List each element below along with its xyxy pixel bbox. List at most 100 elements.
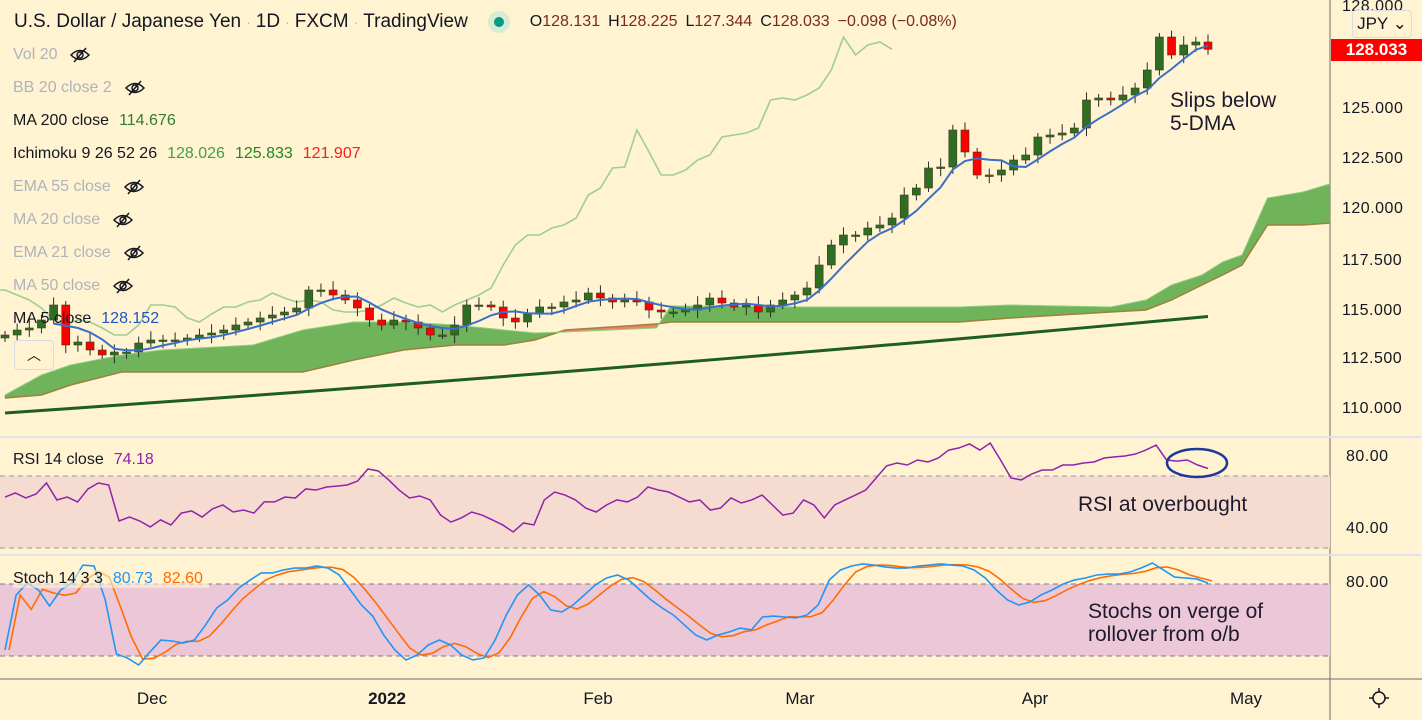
legend-item[interactable]: MA 5 close 128.152 <box>13 310 159 328</box>
ohlc-close: C128.033 <box>760 13 830 30</box>
rsi-tick-label: 80.00 <box>1346 448 1389 465</box>
candle-body <box>984 174 994 177</box>
candle <box>1057 124 1067 141</box>
candle-body <box>1179 44 1188 56</box>
candle-body <box>365 307 374 321</box>
legend-label: MA 20 close <box>13 211 101 228</box>
candle <box>1155 33 1164 76</box>
collapse-legend-button[interactable]: ︿ <box>14 340 54 370</box>
eye-off-icon[interactable] <box>112 211 134 229</box>
legend-item[interactable]: Vol 20 <box>13 46 91 64</box>
ohlc-open: O128.131 <box>529 13 601 30</box>
candle <box>207 324 216 344</box>
candle <box>97 344 107 359</box>
candle-body <box>1094 97 1103 101</box>
legend-item[interactable]: MA 200 close 114.676 <box>13 112 176 130</box>
rsi-annotation: RSI at overbought <box>1078 493 1248 516</box>
candle-body <box>1070 127 1079 134</box>
eye-off-icon[interactable] <box>112 277 134 295</box>
eye-off-icon[interactable] <box>124 79 146 97</box>
legend-value: 125.833 <box>234 145 293 162</box>
candle <box>839 227 848 254</box>
legend-item[interactable]: BB 20 close 2 <box>13 79 146 97</box>
candle-body <box>0 334 10 339</box>
symbol-title[interactable]: U.S. Dollar / Japanese Yen <box>14 11 241 33</box>
ichimoku-cloud-segment <box>670 305 808 323</box>
candle-body <box>219 329 229 334</box>
chart-header: U.S. Dollar / Japanese Yen · 1D · FXCM ·… <box>14 11 957 33</box>
candle <box>875 216 885 232</box>
candle-body <box>997 169 1006 176</box>
candle-body <box>559 301 569 308</box>
candle-body <box>231 324 241 331</box>
interval-label[interactable]: 1D <box>256 11 280 33</box>
stoch-k-value: 80.73 <box>112 570 153 587</box>
main-pane <box>0 30 1330 415</box>
candle-body <box>583 292 593 301</box>
legend-item[interactable]: MA 20 close <box>13 211 134 229</box>
candle-body <box>158 339 168 342</box>
candle-body <box>972 151 982 176</box>
rsi-tick-label: 40.00 <box>1346 520 1389 537</box>
currency-button[interactable]: JPY ⌄ <box>1352 10 1412 38</box>
candle-body <box>486 304 496 308</box>
candle <box>73 335 83 352</box>
candle-body <box>328 289 338 296</box>
candle-body <box>887 217 897 226</box>
legend-label: EMA 21 close <box>13 244 111 261</box>
candle <box>1045 128 1055 144</box>
candle <box>620 293 630 308</box>
candle-body <box>1155 36 1164 71</box>
eye-off-icon[interactable] <box>123 178 145 196</box>
candle-body <box>207 332 216 336</box>
market-status-icon[interactable] <box>487 11 510 33</box>
ichimoku-cloud-segment <box>806 306 960 323</box>
stoch-legend[interactable]: Stoch 14 3 3 80.73 82.60 <box>13 570 209 588</box>
candle <box>790 291 800 309</box>
candle-body <box>25 327 34 331</box>
candle-body <box>596 292 605 299</box>
legend-value: 128.026 <box>167 145 225 162</box>
candle-body <box>292 307 301 313</box>
candle-body <box>73 341 83 346</box>
rsi-value: 74.18 <box>113 451 154 468</box>
price-tick-label: 112.500 <box>1342 350 1403 367</box>
candle-body <box>85 341 95 351</box>
candle-body <box>1045 134 1055 138</box>
legend-value: 128.152 <box>101 310 160 327</box>
legend-item[interactable]: MA 50 close <box>13 277 134 295</box>
candle <box>972 148 982 179</box>
legend-label: EMA 55 close <box>13 178 111 195</box>
candle-body <box>571 299 581 303</box>
rsi-legend[interactable]: RSI 14 close 74.18 <box>13 451 154 469</box>
candle-body <box>899 194 909 219</box>
eye-off-icon[interactable] <box>69 46 91 64</box>
legend-item[interactable]: EMA 55 close <box>13 178 145 196</box>
candle <box>1094 94 1103 107</box>
stoch-tick-label: 80.00 <box>1346 574 1389 591</box>
legend-label: MA 5 close <box>13 310 92 327</box>
candle <box>960 122 970 158</box>
candle-body <box>717 297 727 304</box>
candle-body <box>948 129 958 168</box>
candle-body <box>280 311 289 316</box>
candle-body <box>802 287 812 296</box>
candle-body <box>353 299 362 309</box>
ma5-line <box>53 44 1209 352</box>
candle-body <box>511 317 520 323</box>
candle <box>608 294 617 309</box>
candle-body <box>656 309 666 313</box>
candle-body <box>377 319 386 326</box>
legend-item[interactable]: Ichimoku 9 26 52 26 128.026 125.833 121.907 <box>13 145 361 163</box>
candle-body <box>1142 69 1152 89</box>
candle-body <box>875 224 885 229</box>
candle <box>474 297 484 311</box>
candle-body <box>170 339 180 342</box>
settings-icon[interactable] <box>1368 687 1390 709</box>
platform-label: TradingView <box>363 11 468 32</box>
stoch-annotation: Stochs on verge of rollover from o/b <box>1088 600 1264 646</box>
eye-off-icon[interactable] <box>123 244 145 262</box>
legend-item[interactable]: EMA 21 close <box>13 244 145 262</box>
candle-body <box>912 187 921 196</box>
candle <box>85 333 95 356</box>
